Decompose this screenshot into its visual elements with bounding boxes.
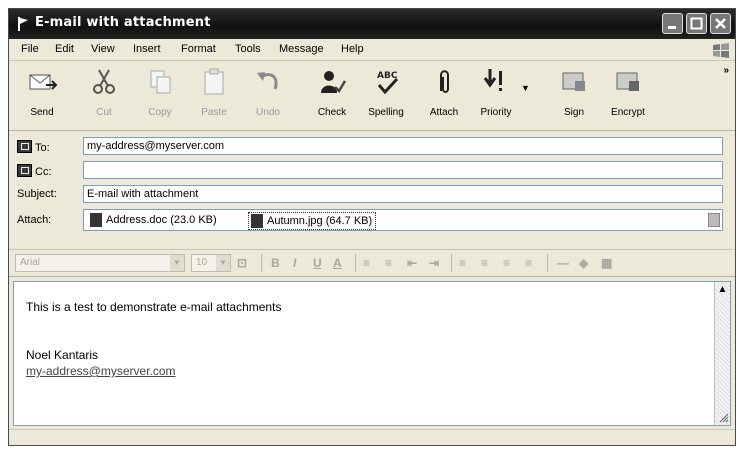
vertical-scrollbar[interactable]: ▲: [714, 282, 730, 425]
align-left-icon[interactable]: ≡: [459, 256, 466, 270]
address-book-icon: [17, 164, 32, 177]
send-button[interactable]: Send: [17, 65, 67, 125]
to-field[interactable]: my-address@myserver.com: [83, 137, 723, 155]
undo-button[interactable]: Undo: [243, 65, 293, 125]
attach-scroll-icon[interactable]: [708, 213, 720, 227]
cc-row: Cc:: [9, 159, 735, 183]
font-select[interactable]: Arial ▼: [15, 254, 185, 272]
menu-file[interactable]: File: [21, 43, 39, 55]
check-names-button[interactable]: Check: [307, 65, 357, 125]
menu-message[interactable]: Message: [279, 43, 324, 55]
align-right-icon[interactable]: ≡: [503, 256, 510, 270]
resize-grip-icon[interactable]: [717, 411, 729, 423]
chevron-down-icon: ▼: [216, 255, 230, 271]
menu-bar: File Edit View Insert Format Tools Messa…: [9, 39, 735, 61]
attach-field[interactable]: Address.doc (23.0 KB) Autumn.jpg (64.7 K…: [83, 209, 723, 231]
italic-icon[interactable]: I: [293, 256, 296, 270]
paste-icon: [204, 68, 224, 95]
spelling-button[interactable]: ABC Spelling: [361, 65, 411, 125]
close-icon: [715, 18, 726, 29]
body-line: This is a test to demonstrate e-mail att…: [26, 300, 282, 314]
subject-label: Subject:: [17, 188, 57, 200]
image-file-icon: [251, 214, 263, 228]
maximize-button[interactable]: [686, 13, 707, 34]
chevron-down-icon: ▼: [170, 255, 184, 271]
minimize-button[interactable]: [662, 13, 683, 34]
attach-button[interactable]: Attach: [419, 65, 469, 125]
to-label[interactable]: To:: [17, 140, 50, 154]
menu-help[interactable]: Help: [341, 43, 364, 55]
flag-icon: [18, 17, 28, 31]
subject-row: Subject: E-mail with attachment: [9, 183, 735, 207]
increase-indent-icon[interactable]: ⇥: [429, 256, 439, 270]
encrypt-button[interactable]: Encrypt: [603, 65, 653, 125]
attachment-item[interactable]: Address.doc (23.0 KB): [88, 212, 217, 228]
minimize-icon: [668, 26, 676, 29]
menu-insert[interactable]: Insert: [133, 43, 161, 55]
decrease-indent-icon[interactable]: ⇤: [407, 256, 417, 270]
signature-email-link[interactable]: my-address@myserver.com: [26, 364, 176, 378]
paperclip-icon: [440, 70, 449, 93]
priority-dropdown-arrow[interactable]: ▼: [521, 83, 530, 93]
font-size-select[interactable]: 10 ▼: [191, 254, 231, 272]
align-center-icon[interactable]: ≡: [481, 256, 488, 270]
maximize-icon: [690, 17, 703, 30]
cut-button[interactable]: Cut: [79, 65, 129, 125]
bullet-list-icon[interactable]: ≡: [385, 256, 392, 270]
sign-icon: [562, 72, 585, 91]
attach-label: Attach:: [17, 214, 52, 226]
paragraph-style-icon[interactable]: ⊡: [237, 256, 247, 270]
spelling-icon: ABC: [377, 71, 399, 95]
attach-row: Attach: Address.doc (23.0 KB) Autumn.jpg…: [9, 209, 735, 233]
to-row: To: my-address@myserver.com: [9, 135, 735, 159]
window-title: E-mail with attachment: [35, 15, 211, 30]
check-names-icon: [321, 71, 347, 94]
cc-label[interactable]: Cc:: [17, 164, 52, 178]
toolbar: Send Cut Copy Paste Undo Check ABC Spell…: [9, 61, 735, 131]
send-icon: [29, 74, 58, 90]
scroll-up-icon[interactable]: ▲: [715, 282, 730, 298]
menu-tools[interactable]: Tools: [235, 43, 261, 55]
status-bar: [9, 429, 735, 445]
copy-button[interactable]: Copy: [135, 65, 185, 125]
encrypt-icon: [616, 72, 639, 91]
windows-logo-icon: [713, 43, 729, 58]
word-document-icon: [90, 213, 102, 227]
insert-picture-icon[interactable]: ▦: [601, 256, 612, 270]
copy-icon: [150, 70, 171, 94]
font-color-icon[interactable]: A: [333, 256, 342, 270]
separator: [547, 254, 548, 272]
menu-format[interactable]: Format: [181, 43, 216, 55]
bold-icon[interactable]: B: [271, 256, 280, 270]
message-header: To: my-address@myserver.com Cc: Subject:…: [9, 131, 735, 249]
separator: [451, 254, 452, 272]
menu-edit[interactable]: Edit: [55, 43, 74, 55]
signature-name: Noel Kantaris: [26, 348, 99, 362]
message-body[interactable]: This is a test to demonstrate e-mail att…: [13, 281, 731, 426]
compose-window: E-mail with attachment File Edit View In…: [8, 8, 736, 446]
horizontal-line-icon[interactable]: —: [557, 256, 569, 270]
undo-icon: [257, 72, 278, 90]
hyperlink-icon[interactable]: ◈: [579, 256, 588, 270]
separator: [355, 254, 356, 272]
sign-button[interactable]: Sign: [549, 65, 599, 125]
menu-view[interactable]: View: [91, 43, 115, 55]
title-bar[interactable]: E-mail with attachment: [9, 9, 735, 39]
justify-icon[interactable]: ≡: [525, 256, 532, 270]
priority-button[interactable]: Priority: [471, 65, 521, 125]
paste-button[interactable]: Paste: [189, 65, 239, 125]
formatting-bar: Arial ▼ 10 ▼ ⊡ B I U A ≡ ≡ ⇤ ⇥ ≡ ≡ ≡ ≡ — ◈…: [9, 249, 735, 277]
numbered-list-icon[interactable]: ≡: [363, 256, 370, 270]
priority-icon: [483, 69, 502, 91]
close-button[interactable]: [710, 13, 731, 34]
underline-icon[interactable]: U: [313, 256, 322, 270]
address-book-icon: [17, 140, 32, 153]
toolbar-overflow-chevron[interactable]: »: [723, 65, 729, 76]
separator: [261, 254, 262, 272]
subject-field[interactable]: E-mail with attachment: [83, 185, 723, 203]
attachment-item[interactable]: Autumn.jpg (64.7 KB): [248, 212, 377, 230]
scissors-icon: [93, 69, 115, 94]
cc-field[interactable]: [83, 161, 723, 179]
